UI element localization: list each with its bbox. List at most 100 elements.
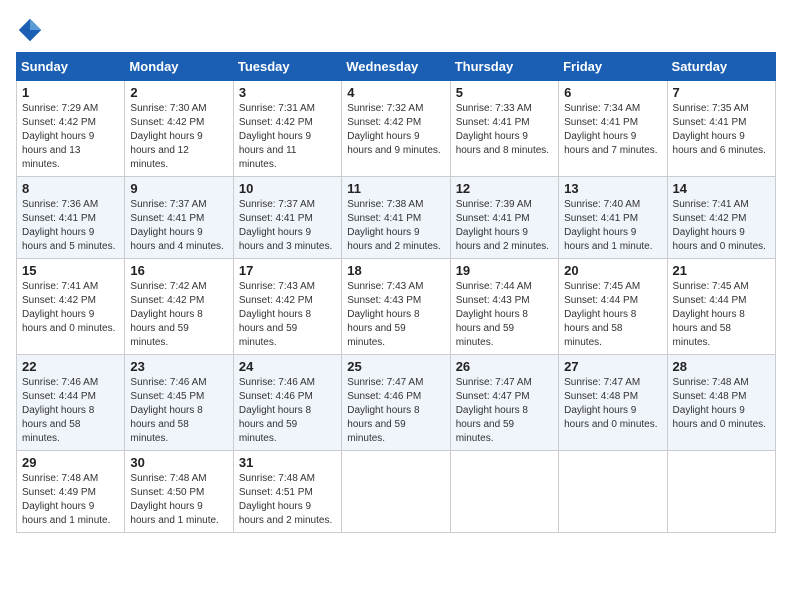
day-detail: Sunrise: 7:44 AMSunset: 4:43 PMDaylight …	[456, 280, 553, 350]
col-header-sunday: Sunday	[17, 53, 125, 81]
calendar-cell: 31 Sunrise: 7:48 AMSunset: 4:51 PMDayligh…	[233, 451, 341, 533]
day-detail: Sunrise: 7:39 AMSunset: 4:41 PMDaylight …	[456, 198, 553, 254]
day-number: 28	[673, 359, 770, 374]
calendar-cell: 14 Sunrise: 7:41 AMSunset: 4:42 PMDayligh…	[667, 177, 775, 259]
day-number: 12	[456, 181, 553, 196]
day-number: 24	[239, 359, 336, 374]
day-detail: Sunrise: 7:36 AMSunset: 4:41 PMDaylight …	[22, 198, 119, 254]
day-detail: Sunrise: 7:32 AMSunset: 4:42 PMDaylight …	[347, 102, 444, 158]
day-number: 2	[130, 85, 227, 100]
day-detail: Sunrise: 7:45 AMSunset: 4:44 PMDaylight …	[564, 280, 661, 350]
day-detail: Sunrise: 7:43 AMSunset: 4:42 PMDaylight …	[239, 280, 336, 350]
calendar-cell: 13 Sunrise: 7:40 AMSunset: 4:41 PMDayligh…	[559, 177, 667, 259]
day-detail: Sunrise: 7:48 AMSunset: 4:50 PMDaylight …	[130, 472, 227, 528]
day-detail: Sunrise: 7:30 AMSunset: 4:42 PMDaylight …	[130, 102, 227, 172]
day-detail: Sunrise: 7:42 AMSunset: 4:42 PMDaylight …	[130, 280, 227, 350]
day-number: 10	[239, 181, 336, 196]
day-number: 22	[22, 359, 119, 374]
day-detail: Sunrise: 7:38 AMSunset: 4:41 PMDaylight …	[347, 198, 444, 254]
day-number: 16	[130, 263, 227, 278]
calendar-cell	[342, 451, 450, 533]
day-number: 21	[673, 263, 770, 278]
calendar-cell: 23 Sunrise: 7:46 AMSunset: 4:45 PMDayligh…	[125, 355, 233, 451]
calendar-cell	[450, 451, 558, 533]
day-detail: Sunrise: 7:35 AMSunset: 4:41 PMDaylight …	[673, 102, 770, 158]
calendar-cell: 20 Sunrise: 7:45 AMSunset: 4:44 PMDayligh…	[559, 259, 667, 355]
calendar-cell: 16 Sunrise: 7:42 AMSunset: 4:42 PMDayligh…	[125, 259, 233, 355]
calendar-cell: 7 Sunrise: 7:35 AMSunset: 4:41 PMDaylight…	[667, 81, 775, 177]
col-header-tuesday: Tuesday	[233, 53, 341, 81]
day-number: 19	[456, 263, 553, 278]
day-detail: Sunrise: 7:41 AMSunset: 4:42 PMDaylight …	[673, 198, 770, 254]
col-header-saturday: Saturday	[667, 53, 775, 81]
col-header-friday: Friday	[559, 53, 667, 81]
day-number: 17	[239, 263, 336, 278]
calendar-cell: 8 Sunrise: 7:36 AMSunset: 4:41 PMDaylight…	[17, 177, 125, 259]
calendar-cell: 11 Sunrise: 7:38 AMSunset: 4:41 PMDayligh…	[342, 177, 450, 259]
day-number: 4	[347, 85, 444, 100]
day-detail: Sunrise: 7:37 AMSunset: 4:41 PMDaylight …	[239, 198, 336, 254]
calendar-cell: 19 Sunrise: 7:44 AMSunset: 4:43 PMDayligh…	[450, 259, 558, 355]
calendar-cell: 25 Sunrise: 7:47 AMSunset: 4:46 PMDayligh…	[342, 355, 450, 451]
day-detail: Sunrise: 7:46 AMSunset: 4:45 PMDaylight …	[130, 376, 227, 446]
day-number: 5	[456, 85, 553, 100]
day-detail: Sunrise: 7:34 AMSunset: 4:41 PMDaylight …	[564, 102, 661, 158]
day-number: 30	[130, 455, 227, 470]
day-number: 6	[564, 85, 661, 100]
logo	[16, 16, 48, 44]
day-detail: Sunrise: 7:46 AMSunset: 4:44 PMDaylight …	[22, 376, 119, 446]
day-detail: Sunrise: 7:43 AMSunset: 4:43 PMDaylight …	[347, 280, 444, 350]
day-number: 23	[130, 359, 227, 374]
day-detail: Sunrise: 7:31 AMSunset: 4:42 PMDaylight …	[239, 102, 336, 172]
calendar-cell: 29 Sunrise: 7:48 AMSunset: 4:49 PMDayligh…	[17, 451, 125, 533]
day-detail: Sunrise: 7:47 AMSunset: 4:46 PMDaylight …	[347, 376, 444, 446]
calendar-cell: 18 Sunrise: 7:43 AMSunset: 4:43 PMDayligh…	[342, 259, 450, 355]
calendar-cell: 3 Sunrise: 7:31 AMSunset: 4:42 PMDaylight…	[233, 81, 341, 177]
calendar-cell: 17 Sunrise: 7:43 AMSunset: 4:42 PMDayligh…	[233, 259, 341, 355]
day-detail: Sunrise: 7:48 AMSunset: 4:51 PMDaylight …	[239, 472, 336, 528]
calendar-cell: 12 Sunrise: 7:39 AMSunset: 4:41 PMDayligh…	[450, 177, 558, 259]
calendar-cell	[559, 451, 667, 533]
calendar-cell: 28 Sunrise: 7:48 AMSunset: 4:48 PMDayligh…	[667, 355, 775, 451]
day-detail: Sunrise: 7:47 AMSunset: 4:48 PMDaylight …	[564, 376, 661, 432]
col-header-thursday: Thursday	[450, 53, 558, 81]
day-number: 26	[456, 359, 553, 374]
day-number: 7	[673, 85, 770, 100]
calendar-cell: 24 Sunrise: 7:46 AMSunset: 4:46 PMDayligh…	[233, 355, 341, 451]
day-detail: Sunrise: 7:46 AMSunset: 4:46 PMDaylight …	[239, 376, 336, 446]
day-detail: Sunrise: 7:45 AMSunset: 4:44 PMDaylight …	[673, 280, 770, 350]
day-number: 31	[239, 455, 336, 470]
day-number: 8	[22, 181, 119, 196]
calendar-cell: 9 Sunrise: 7:37 AMSunset: 4:41 PMDaylight…	[125, 177, 233, 259]
day-number: 18	[347, 263, 444, 278]
day-number: 20	[564, 263, 661, 278]
day-number: 29	[22, 455, 119, 470]
day-detail: Sunrise: 7:29 AMSunset: 4:42 PMDaylight …	[22, 102, 119, 172]
calendar-cell: 2 Sunrise: 7:30 AMSunset: 4:42 PMDaylight…	[125, 81, 233, 177]
calendar-cell: 5Sunrise: 7:33 AMSunset: 4:41 PMDaylight…	[450, 81, 558, 177]
calendar-cell: 26 Sunrise: 7:47 AMSunset: 4:47 PMDayligh…	[450, 355, 558, 451]
day-number: 11	[347, 181, 444, 196]
calendar-cell: 1Sunrise: 7:29 AMSunset: 4:42 PMDaylight…	[17, 81, 125, 177]
day-number: 9	[130, 181, 227, 196]
col-header-monday: Monday	[125, 53, 233, 81]
day-number: 14	[673, 181, 770, 196]
day-detail: Sunrise: 7:48 AMSunset: 4:49 PMDaylight …	[22, 472, 119, 528]
calendar-cell: 30 Sunrise: 7:48 AMSunset: 4:50 PMDayligh…	[125, 451, 233, 533]
day-number: 15	[22, 263, 119, 278]
day-number: 25	[347, 359, 444, 374]
calendar-table: SundayMondayTuesdayWednesdayThursdayFrid…	[16, 52, 776, 533]
day-detail: Sunrise: 7:37 AMSunset: 4:41 PMDaylight …	[130, 198, 227, 254]
calendar-cell: 27 Sunrise: 7:47 AMSunset: 4:48 PMDayligh…	[559, 355, 667, 451]
calendar-cell: 15Sunrise: 7:41 AMSunset: 4:42 PMDayligh…	[17, 259, 125, 355]
day-detail: Sunrise: 7:47 AMSunset: 4:47 PMDaylight …	[456, 376, 553, 446]
page-header	[16, 16, 776, 44]
calendar-cell: 10 Sunrise: 7:37 AMSunset: 4:41 PMDayligh…	[233, 177, 341, 259]
day-detail: Sunrise: 7:40 AMSunset: 4:41 PMDaylight …	[564, 198, 661, 254]
day-number: 27	[564, 359, 661, 374]
day-number: 13	[564, 181, 661, 196]
logo-icon	[16, 16, 44, 44]
calendar-cell: 4 Sunrise: 7:32 AMSunset: 4:42 PMDaylight…	[342, 81, 450, 177]
day-detail: Sunrise: 7:48 AMSunset: 4:48 PMDaylight …	[673, 376, 770, 432]
day-number: 3	[239, 85, 336, 100]
